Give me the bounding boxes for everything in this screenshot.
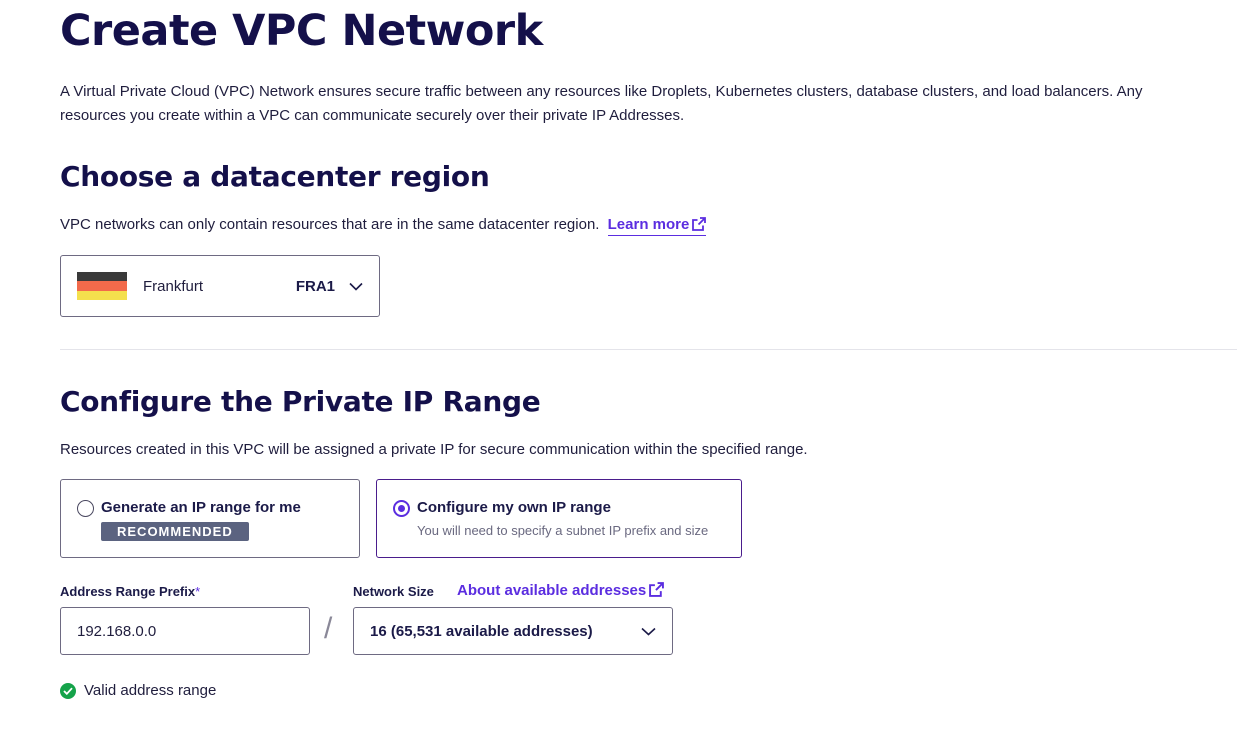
- recommended-badge: RECOMMENDED: [101, 522, 249, 541]
- section-divider: [60, 349, 1237, 350]
- external-link-icon: [692, 217, 707, 231]
- page-intro: A Virtual Private Cloud (VPC) Network en…: [60, 83, 1143, 124]
- germany-flag-icon: [77, 272, 127, 300]
- learn-more-link[interactable]: Learn more: [607, 216, 707, 236]
- ip-range-description: Resources created in this VPC will be as…: [60, 441, 808, 458]
- network-size-dropdown[interactable]: 16 (65,531 available addresses): [353, 607, 673, 655]
- network-size-label: Network Size: [353, 584, 434, 599]
- learn-more-label: Learn more: [607, 216, 690, 233]
- external-link-icon: [649, 582, 665, 597]
- option-generate-ip-range[interactable]: Generate an IP range for me RECOMMENDED: [60, 479, 360, 558]
- prefix-label-text: Address Range Prefix: [60, 584, 196, 599]
- radio-generate[interactable]: [77, 500, 94, 517]
- option-own-title: Configure my own IP range: [417, 499, 611, 516]
- flag-stripe-red: [77, 281, 127, 291]
- address-prefix-input[interactable]: [60, 607, 310, 655]
- ip-range-heading: Configure the Private IP Range: [60, 385, 541, 418]
- validation-status: Valid address range: [60, 682, 216, 699]
- network-size-value: 16 (65,531 available addresses): [370, 622, 593, 640]
- region-code: FRA1: [295, 277, 335, 295]
- flag-stripe-gold: [77, 290, 127, 300]
- flag-stripe-black: [77, 272, 127, 282]
- page-title: Create VPC Network: [60, 6, 543, 56]
- region-description-line: VPC networks can only contain resources …: [60, 216, 707, 236]
- option-own-subtitle: You will need to specify a subnet IP pre…: [417, 523, 709, 538]
- region-name: Frankfurt: [143, 277, 204, 295]
- region-dropdown[interactable]: Frankfurt FRA1: [60, 255, 380, 317]
- prefix-label: Address Range Prefix*: [60, 584, 200, 599]
- radio-configure-own[interactable]: [393, 500, 410, 517]
- option-configure-own-ip-range[interactable]: Configure my own IP range You will need …: [376, 479, 742, 558]
- option-generate-title: Generate an IP range for me: [101, 499, 301, 516]
- check-circle-icon: [60, 682, 76, 699]
- chevron-down-icon: [641, 627, 656, 636]
- validation-message: Valid address range: [84, 682, 217, 699]
- region-heading: Choose a datacenter region: [60, 160, 490, 193]
- chevron-down-icon: [349, 282, 363, 291]
- about-addresses-label: About available addresses: [457, 582, 647, 599]
- about-addresses-link[interactable]: About available addresses: [457, 582, 665, 599]
- required-marker: *: [195, 584, 201, 599]
- prefix-size-separator: /: [324, 612, 333, 645]
- region-description: VPC networks can only contain resources …: [60, 216, 600, 233]
